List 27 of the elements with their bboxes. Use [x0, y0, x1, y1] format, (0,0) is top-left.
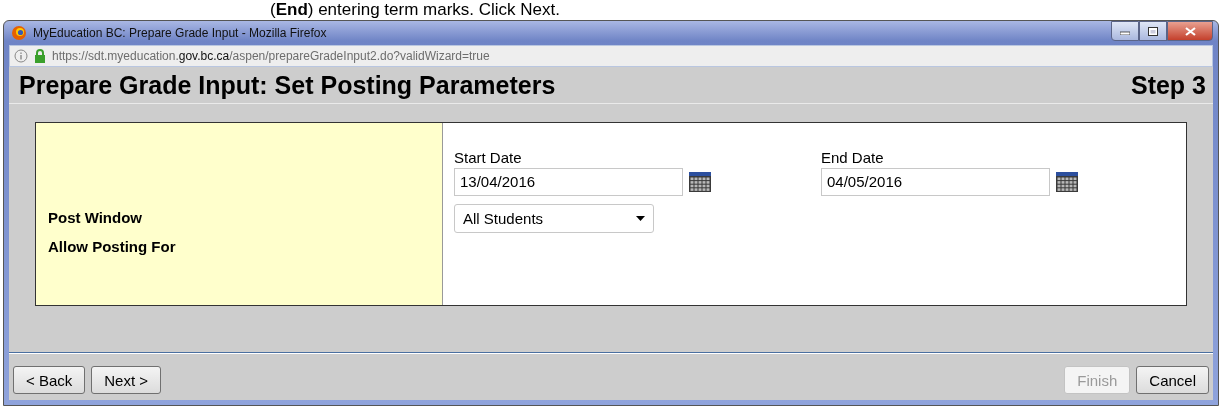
minimize-button[interactable] [1111, 21, 1139, 41]
window-title: MyEducation BC: Prepare Grade Input - Mozilla Firefox [33, 26, 327, 40]
wizard-button[interactable]: Next > [91, 366, 162, 394]
close-icon [1184, 26, 1196, 36]
dropdown-caret-icon [636, 216, 645, 221]
lock-icon [34, 49, 46, 63]
address-bar[interactable]: https://sdt.myeducation.gov.bc.ca/aspen/prepareGradeInput2.do?validWizard=true [9, 45, 1213, 67]
wizard-button[interactable]: Cancel [1136, 366, 1209, 394]
calendar-icon[interactable] [1056, 172, 1078, 192]
date-label: End Date [821, 149, 885, 166]
wizard-button[interactable]: < Back [13, 366, 86, 394]
calendar-icon[interactable] [689, 172, 711, 192]
instruction-text: (End) entering term marks. Click Next. [270, 0, 560, 19]
date-field[interactable]: 13/04/2016 [454, 168, 683, 196]
field-label: Allow Posting For [48, 238, 177, 255]
page-heading: Prepare Grade Input: Set Posting Parameters [19, 70, 556, 100]
posting-dropdown[interactable]: All Students [454, 204, 654, 233]
date-label: Start Date [454, 149, 523, 166]
browser-logo-icon [11, 25, 27, 41]
field-label: Post Window [48, 209, 144, 226]
date-field[interactable]: 04/05/2016 [821, 168, 1050, 196]
maximize-icon [1148, 26, 1158, 36]
step-label: Step 3 [1130, 70, 1206, 100]
close-button[interactable] [1167, 21, 1213, 41]
info-icon [14, 49, 28, 63]
maximize-button[interactable] [1139, 21, 1167, 41]
url-text: https://sdt.myeducation.gov.bc.ca/aspen/prepareGradeInput2.do?validWizard=true [52, 49, 490, 63]
